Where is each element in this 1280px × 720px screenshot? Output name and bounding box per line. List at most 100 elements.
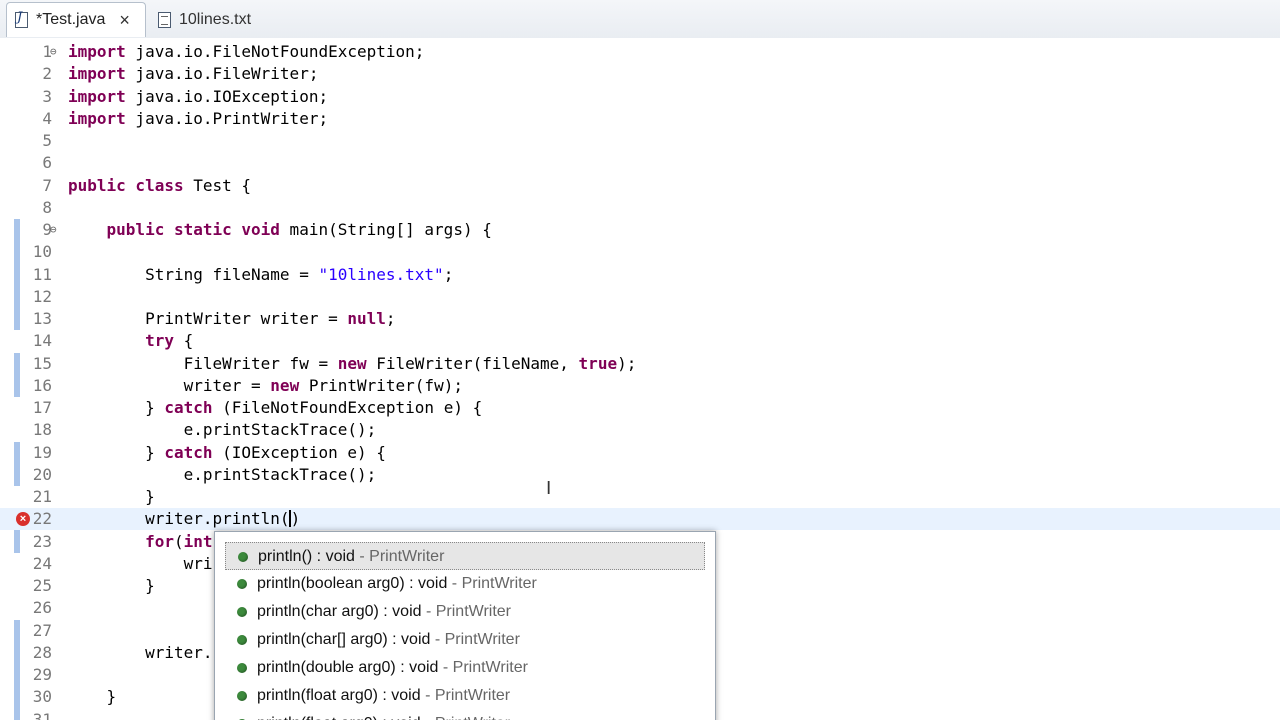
code-line[interactable]: 5 [0, 130, 1280, 152]
code-text: } [68, 576, 155, 595]
code-line[interactable]: 18 e.printStackTrace(); [0, 419, 1280, 441]
proposal-separator: - [421, 603, 436, 620]
line-number: 23 [32, 531, 52, 551]
code-line[interactable]: 12 [0, 286, 1280, 308]
current-code-line[interactable]: 22 × writer.println() [0, 508, 1280, 531]
line-number: 11 [32, 264, 52, 284]
eclipse-editor-window: *Test.java × 10lines.txt 1⊖import java.i… [0, 0, 1280, 720]
fold-collapse-icon[interactable]: ⊖ [50, 41, 57, 63]
code-text: import java.io.FileNotFoundException; [68, 42, 425, 61]
code-line[interactable]: 2 import java.io.FileWriter; [0, 63, 1280, 85]
code-text: FileWriter fw = new FileWriter(fileName,… [68, 353, 637, 373]
code-text: wri [68, 553, 213, 573]
code-line[interactable]: 6 [0, 152, 1280, 174]
tab-label: *Test.java [36, 11, 106, 28]
proposal-signature: println(char[] arg0) : void [257, 631, 431, 648]
line-number: 1 [42, 42, 52, 61]
code-line[interactable]: 4 import java.io.PrintWriter; [0, 108, 1280, 130]
proposal-signature: println(float arg0) : void [257, 715, 421, 720]
code-line[interactable]: 10 [0, 241, 1280, 263]
code-line[interactable]: 7 public class Test { [0, 175, 1280, 197]
code-text: PrintWriter writer = null; [68, 309, 396, 328]
code-line[interactable]: 19 } catch (IOException e) { [0, 442, 1280, 464]
code-line[interactable]: 16 writer = new PrintWriter(fw); [0, 375, 1280, 397]
line-number: 29 [32, 665, 52, 684]
proposal-list[interactable]: println() : void - PrintWriter println(bo… [225, 542, 705, 720]
proposal-separator: - [354, 548, 370, 565]
code-line[interactable]: 13 PrintWriter writer = null; [0, 308, 1280, 330]
code-line[interactable]: 15 FileWriter fw = new FileWriter(fileNa… [0, 353, 1280, 375]
public-method-icon [237, 635, 247, 645]
line-number: 8 [42, 197, 52, 217]
tab-test-java[interactable]: *Test.java × [6, 2, 146, 37]
code-line[interactable]: 11 String fileName = "10lines.txt"; [0, 264, 1280, 286]
line-number: 19 [32, 442, 52, 462]
editor-tab-bar: *Test.java × 10lines.txt [0, 0, 1280, 39]
line-number: 28 [32, 642, 52, 662]
line-number: 15 [32, 353, 52, 373]
line-number: 16 [32, 375, 52, 395]
proposal-separator: - [438, 659, 453, 676]
code-text: } catch (IOException e) { [68, 442, 386, 462]
code-text: import java.io.IOException; [68, 86, 329, 106]
line-number: 13 [32, 309, 52, 328]
tab-label: 10lines.txt [179, 10, 252, 28]
public-method-icon [237, 579, 247, 589]
code-line[interactable]: 14 try { [0, 330, 1280, 352]
fold-collapse-icon[interactable]: ⊖ [50, 219, 57, 241]
line-number: 30 [32, 687, 52, 707]
code-line[interactable]: 1 ⊖ import java.io.FileNotFoundException; [0, 41, 1280, 63]
line-number: 9 [42, 220, 52, 239]
proposal-item[interactable]: println(float arg0) : void - PrintWriter [225, 710, 705, 720]
close-icon[interactable]: × [119, 11, 130, 29]
line-number: 14 [32, 331, 52, 351]
proposal-separator: - [421, 715, 435, 720]
content-assist-popup[interactable]: println() : void - PrintWriter println(bo… [214, 531, 716, 720]
code-text: writer = new PrintWriter(fw); [68, 375, 463, 395]
line-number: 27 [32, 620, 52, 640]
code-line[interactable]: 21 } [0, 486, 1280, 508]
text-file-icon [158, 11, 171, 28]
proposal-owner: PrintWriter [434, 687, 511, 704]
line-number: 17 [32, 398, 52, 417]
line-number: 21 [32, 487, 52, 506]
public-method-icon [238, 552, 248, 562]
tab-10lines-txt[interactable]: 10lines.txt [152, 2, 272, 37]
code-line[interactable]: 17 } catch (FileNotFoundException e) { [0, 397, 1280, 419]
code-text: import java.io.PrintWriter; [68, 108, 329, 128]
code-text: e.printStackTrace(); [68, 420, 377, 440]
proposal-owner: PrintWriter [435, 715, 510, 720]
proposal-signature: println(float arg0) : void [257, 687, 421, 704]
code-line[interactable]: 3 import java.io.IOException; [0, 86, 1280, 108]
proposal-item[interactable]: println(double arg0) : void - PrintWrite… [225, 654, 705, 682]
line-number: 5 [42, 131, 52, 150]
code-text: e.printStackTrace(); [68, 464, 377, 484]
code-line[interactable]: 20 e.printStackTrace(); [0, 464, 1280, 486]
code-text: try { [145, 331, 194, 351]
proposal-signature: println(boolean arg0) : void [257, 575, 448, 592]
proposal-separator: - [447, 575, 462, 592]
code-text: } catch (FileNotFoundException e) { [68, 398, 483, 417]
code-text: writer. [68, 642, 213, 662]
line-number: 7 [42, 175, 52, 195]
proposal-item[interactable]: println() : void - PrintWriter [225, 542, 705, 570]
proposal-item[interactable]: println(char[] arg0) : void - PrintWrite… [225, 626, 705, 654]
proposal-item[interactable]: println(float arg0) : void - PrintWriter [225, 682, 705, 710]
proposal-item[interactable]: println(boolean arg0) : void - PrintWrit… [225, 570, 705, 598]
code-line[interactable]: 8 [0, 197, 1280, 219]
code-text: import java.io.FileWriter; [68, 64, 319, 84]
public-method-icon [237, 691, 247, 701]
line-number: 12 [32, 286, 52, 306]
code-text: String fileName = "10lines.txt"; [68, 264, 454, 284]
line-number: 4 [42, 108, 52, 128]
line-number: 31 [32, 709, 52, 720]
line-number: 3 [42, 86, 52, 106]
proposal-owner: PrintWriter [461, 575, 537, 592]
proposal-owner: PrintWriter [444, 631, 520, 648]
proposal-item[interactable]: println(char arg0) : void - PrintWriter [225, 598, 705, 626]
java-file-icon [15, 10, 28, 28]
line-number: 26 [32, 598, 52, 618]
code-line[interactable]: 9 ⊖ public static void main(String[] args… [0, 219, 1280, 241]
public-method-icon [237, 663, 247, 673]
code-text: } [68, 687, 117, 707]
